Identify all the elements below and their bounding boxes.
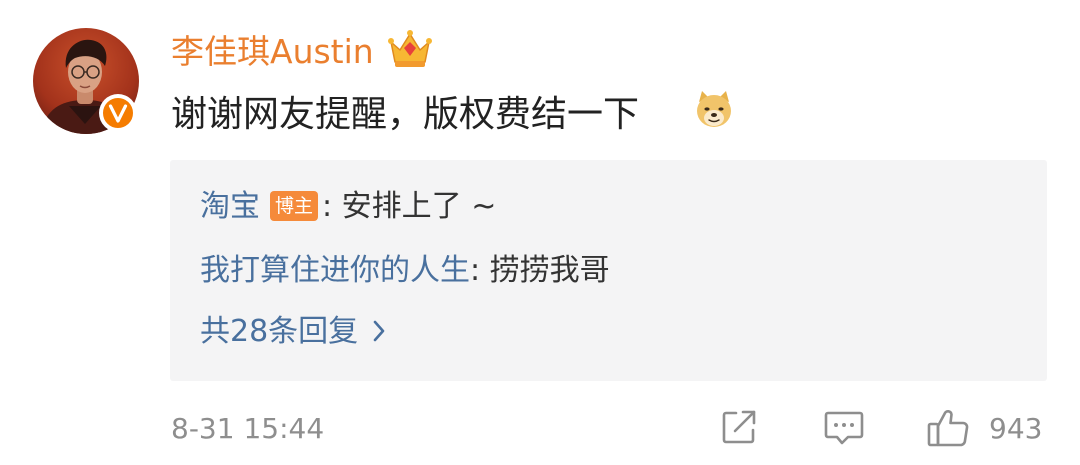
reply-text: : 捞捞我哥 (470, 253, 610, 288)
crown-icon[interactable] (387, 28, 433, 70)
share-icon[interactable] (719, 407, 759, 447)
post-text: 谢谢网友提醒，版权费结一下 (171, 94, 640, 135)
blogger-badge: 博主 (270, 191, 319, 221)
verified-v-badge-icon (101, 96, 135, 130)
reply-text: : 安排上了 ~ (322, 189, 497, 224)
like-count[interactable]: 943 (989, 409, 1042, 449)
username[interactable]: 李佳琪Austin (171, 30, 374, 74)
reply-item: 我打算住进你的人生: 捞捞我哥 (200, 251, 610, 291)
post-timestamp: 8-31 15:44 (171, 412, 325, 445)
thumbs-up-icon[interactable] (926, 407, 972, 449)
reply-author[interactable]: 我打算住进你的人生 (200, 253, 470, 288)
reply-author[interactable]: 淘宝 (200, 189, 260, 224)
chevron-right-icon (373, 320, 385, 342)
view-all-replies-link[interactable]: 共28条回复 (200, 312, 386, 352)
comment-icon[interactable] (823, 407, 865, 447)
doge-icon (697, 91, 731, 127)
reply-preview-box[interactable]: 淘宝 博主: 安排上了 ~ 我打算住进你的人生: 捞捞我哥 共28条回复 (170, 160, 1047, 381)
verified-badge (99, 94, 137, 132)
reply-count-label: 共28条回复 (200, 314, 359, 349)
reply-item: 淘宝 博主: 安排上了 ~ (200, 187, 496, 227)
